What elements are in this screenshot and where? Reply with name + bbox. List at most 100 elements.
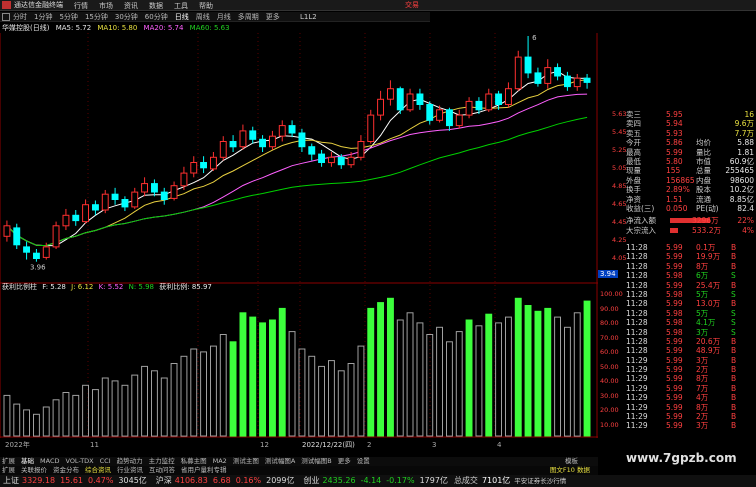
candle: [524, 56, 532, 74]
index-quote[interactable]: 上证 3329.18 15.61 0.47% 3045亿: [0, 476, 147, 485]
indicator-tab[interactable]: 更多: [338, 457, 351, 466]
period-4[interactable]: 30分钟: [115, 13, 138, 21]
menu-icon[interactable]: [2, 13, 10, 21]
price-tick: 4.25: [612, 236, 627, 244]
tick-row: 11:28 5.98 6万 S: [626, 271, 756, 280]
menu-data[interactable]: 数据: [149, 1, 163, 12]
info-tab[interactable]: 互动问答: [149, 466, 175, 475]
stat-value: 82.4: [737, 203, 754, 213]
index-ticker: 上证 3329.18 15.61 0.47% 3045亿 沪深 4106.83 6.68 0.1…: [0, 475, 756, 487]
index-pct: -0.17%: [386, 476, 415, 485]
date-label: 2022年: [5, 440, 30, 449]
indicator-tab[interactable]: 设置: [357, 457, 370, 466]
candle: [131, 191, 139, 208]
profit-ratio-bar: [495, 322, 503, 437]
stat-row: 净资 1.51 流通 8.85亿: [626, 195, 756, 204]
tick-row: 11:28 5.99 0.1万 B: [626, 243, 756, 252]
order-volume: 9.6万: [734, 119, 754, 129]
index-quote[interactable]: 创业 2435.26 -4.14 -0.17% 1797亿: [300, 476, 447, 485]
index-value: 2435.26: [322, 476, 356, 485]
indicator-tab[interactable]: 趋势动力: [117, 457, 143, 466]
tick-time: 11:29: [626, 412, 648, 422]
tick-time: 11:29: [626, 374, 648, 384]
flow-value: 533.2万: [692, 225, 721, 235]
f10-tab[interactable]: 图文F10 数据: [550, 466, 590, 475]
tick-volume: 13.0万: [696, 299, 721, 309]
period-1[interactable]: 1分钟: [34, 13, 52, 21]
period-2[interactable]: 5分钟: [59, 13, 77, 21]
chart-area[interactable]: 3.96 6 2022年 11 12 2022/12/22(四) 2 3 4: [0, 33, 598, 449]
info-tab[interactable]: 省用户量利专辑: [181, 466, 227, 475]
menu-market[interactable]: 行情: [74, 1, 88, 12]
menu-news[interactable]: 资讯: [124, 1, 138, 12]
info-tab[interactable]: 综合资讯: [85, 466, 111, 475]
profit-ratio-bar: [210, 345, 217, 437]
tick-volume: 3万: [696, 327, 709, 337]
candle: [328, 156, 335, 164]
period-0[interactable]: 分时: [13, 13, 27, 21]
profit-ratio-bar: [337, 370, 345, 437]
profit-ratio-bar: [62, 392, 70, 437]
info-tab[interactable]: 资金分布: [53, 466, 79, 475]
stat-label: 流通: [696, 194, 711, 204]
indicator-tab[interactable]: 基础: [21, 457, 34, 466]
tick-side: B: [731, 374, 737, 384]
tick-volume: 20.6万: [696, 336, 721, 346]
kline-chart[interactable]: 3.96 6 2022年 11 12 2022/12/22(四) 2 3 4: [0, 33, 598, 453]
ma20-value: MA20: 5.74: [143, 24, 184, 32]
menu-tools[interactable]: 工具: [174, 1, 188, 12]
indicator-legend: 获利比例柱 F: 5.28 J: 6.12 K: 5.52 N: 5.98 获利…: [0, 283, 598, 292]
period-9[interactable]: 多周期: [238, 13, 259, 21]
indicator-tab[interactable]: MA2: [213, 457, 227, 466]
stat-value: 98600: [730, 175, 754, 185]
info-tab[interactable]: 行业资讯: [117, 466, 143, 475]
period-7[interactable]: 周线: [196, 13, 210, 21]
tick-price: 5.98: [666, 289, 683, 299]
candle: [170, 185, 178, 199]
indicator-tab[interactable]: CCI: [100, 457, 111, 466]
menu-exchange[interactable]: 市场: [99, 1, 113, 12]
date-label: 2: [367, 441, 371, 449]
period-3[interactable]: 15分钟: [85, 13, 108, 21]
indicator-tab[interactable]: 扩展: [2, 457, 15, 466]
tick-list[interactable]: 11:28 5.99 0.1万 B 11:28 5.99 19.9万 B 11:28 5.99 8万…: [626, 243, 756, 438]
menu-help[interactable]: 帮助: [199, 1, 213, 12]
info-tab[interactable]: 关联报价: [21, 466, 47, 475]
period-5[interactable]: 60分钟: [145, 13, 168, 21]
flow-label: 净流入额: [626, 216, 656, 226]
price-axis: 5.63 5.45 5.25 5.05 4.85 4.65 4.45 4.25 4.05 3.94: [598, 110, 626, 280]
period-10[interactable]: 更多: [266, 13, 280, 21]
indicator-tab[interactable]: VOL-TDX: [65, 457, 93, 466]
tick-row: 11:28 5.98 5万 S: [626, 290, 756, 299]
indicator-tab[interactable]: 测试幅图A: [265, 457, 295, 466]
tick-volume: 6万: [696, 271, 709, 281]
info-tab[interactable]: 扩展: [2, 466, 15, 475]
tick-time: 11:28: [626, 336, 648, 346]
candle: [337, 156, 345, 166]
stat-label: 市值: [696, 156, 711, 166]
indicator-tab[interactable]: 私募主图: [181, 457, 207, 466]
candle: [554, 67, 561, 77]
period-6[interactable]: 日线: [175, 13, 189, 21]
profit-ratio-bar: [111, 380, 119, 437]
tick-side: B: [731, 402, 737, 412]
profit-ratio-bar: [347, 363, 355, 437]
indicator-tab[interactable]: 测试幅图B: [301, 457, 331, 466]
profit-ratio-bar: [455, 331, 463, 437]
index-quote[interactable]: 沪深 4106.83 6.68 0.16% 2099亿: [153, 476, 295, 485]
stat-value: 5.80: [666, 156, 683, 166]
indicator-tab[interactable]: 测试主图: [233, 457, 259, 466]
index-name: 上证: [3, 476, 19, 485]
stat-label: 净资: [626, 194, 641, 204]
indicator-tab[interactable]: 主力监控: [149, 457, 175, 466]
candle: [111, 193, 119, 200]
candle: [180, 172, 188, 187]
l1l2-toggle[interactable]: L1L2: [300, 12, 317, 22]
indicator-tab[interactable]: MACD: [40, 457, 59, 466]
profit-ratio-bar: [151, 370, 158, 437]
tick-price: 5.99: [666, 336, 683, 346]
tick-volume: 19.9万: [696, 252, 721, 262]
template-button[interactable]: 模板: [565, 457, 578, 466]
stat-label: 总量: [696, 166, 711, 176]
period-8[interactable]: 月线: [217, 13, 231, 21]
